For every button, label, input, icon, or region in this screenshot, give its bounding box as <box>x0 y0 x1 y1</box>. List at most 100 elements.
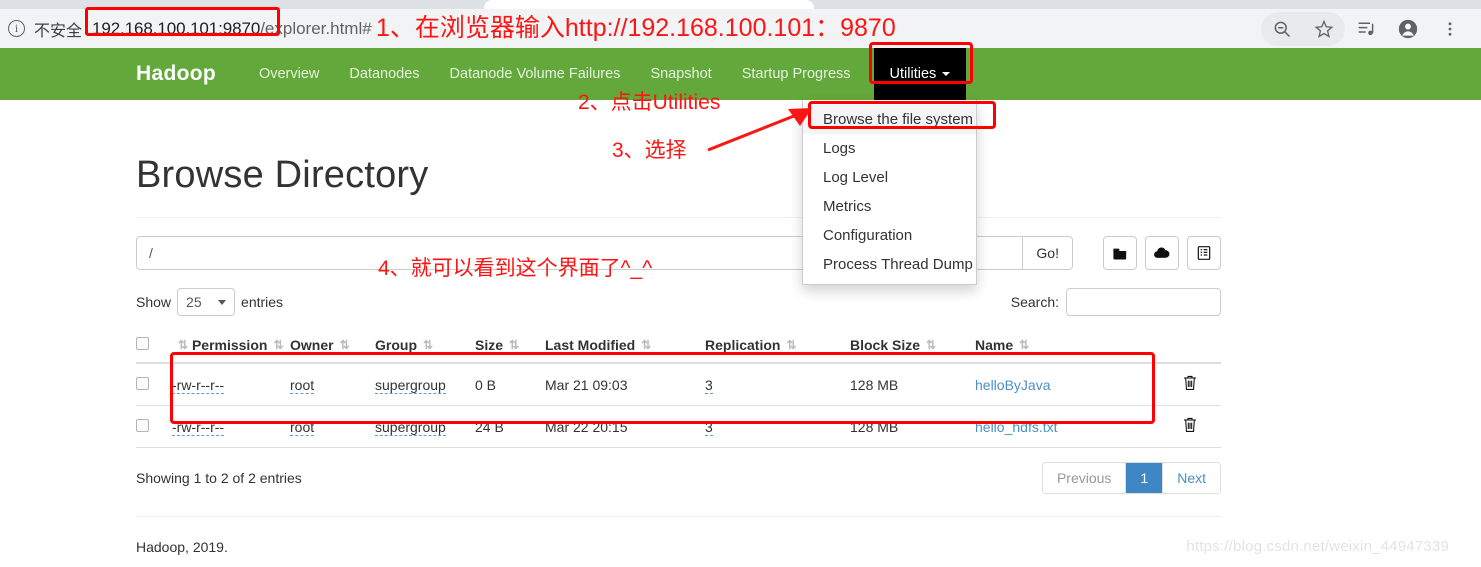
row-checkbox-cell[interactable] <box>136 405 172 448</box>
showing-entries-text: Showing 1 to 2 of 2 entries <box>136 470 302 486</box>
file-link[interactable]: hello_hdfs.txt <box>975 419 1058 435</box>
table-header-row: ⇅ Permission ⇅ Owner ⇅ Group ⇅ Size ⇅ Last M… <box>136 329 1221 364</box>
search-control: Search: <box>1011 288 1221 316</box>
footer-divider <box>136 516 1221 517</box>
sort-icon: ⇅ <box>423 338 434 352</box>
url-host-port: 192.168.100.101:9870 <box>92 18 261 38</box>
pagination-previous[interactable]: Previous <box>1042 463 1127 493</box>
row-checkbox-cell[interactable] <box>136 363 172 406</box>
cell-owner: root <box>290 363 375 406</box>
pagination-page-1[interactable]: 1 <box>1126 463 1164 493</box>
cut-paste-icon[interactable] <box>1187 236 1221 270</box>
nav-item-utilities[interactable]: Utilities <box>868 42 973 100</box>
watermark-text: https://blog.csdn.net/weixin_44947339 <box>1186 538 1449 555</box>
address-bar[interactable]: 192.168.100.101:9870 /explorer.html# <box>85 6 372 39</box>
zoom-out-icon[interactable] <box>1261 12 1303 46</box>
navbar-brand[interactable]: Hadoop <box>136 62 216 86</box>
info-icon[interactable]: i <box>8 20 25 37</box>
upload-file-icon[interactable] <box>1145 236 1179 270</box>
pagination-next[interactable]: Next <box>1163 463 1220 493</box>
cell-name: helloByJava <box>975 363 1161 406</box>
header-group[interactable]: Group ⇅ <box>375 329 475 364</box>
cell-replication: 3 <box>705 405 850 448</box>
cell-owner: root <box>290 405 375 448</box>
cell-group: supergroup <box>375 405 475 448</box>
menu-item-browse-the-file-system[interactable]: Browse the file system <box>803 105 976 134</box>
header-delete <box>1161 329 1221 364</box>
header-size[interactable]: Size ⇅ <box>475 329 545 364</box>
replication-value: 3 <box>705 418 713 436</box>
header-name[interactable]: Name ⇅ <box>975 329 1161 364</box>
permission-value: -rw-r--r-- <box>172 418 225 436</box>
row-checkbox[interactable] <box>136 376 149 390</box>
cell-size: 0 B <box>475 363 545 406</box>
cell-last-modified: Mar 22 20:15 <box>545 405 705 448</box>
media-control-icon[interactable] <box>1345 12 1387 46</box>
nav-link-datanode-volume-failures[interactable]: Datanode Volume Failures <box>435 66 636 82</box>
sort-icon: ⇅ <box>641 338 652 352</box>
cell-name: hello_hdfs.txt <box>975 405 1161 448</box>
browser-tabstrip <box>0 0 1481 9</box>
browser-toolbar: i 不安全 192.168.100.101:9870 /explorer.htm… <box>0 6 1481 48</box>
star-icon[interactable] <box>1303 12 1345 46</box>
header-replication[interactable]: Replication ⇅ <box>705 329 850 364</box>
page-content: Browse Directory Go! <box>0 100 1481 555</box>
entries-label: entries <box>241 294 284 310</box>
menu-item-log-level[interactable]: Log Level <box>803 163 976 192</box>
header-block-size[interactable]: Block Size ⇅ <box>850 329 975 364</box>
select-all-checkbox[interactable] <box>136 337 149 350</box>
nav-link-overview[interactable]: Overview <box>244 66 334 82</box>
pagination: Previous 1 Next <box>1041 462 1221 494</box>
hadoop-navbar: Hadoop Overview Datanodes Datanode Volum… <box>0 42 1481 100</box>
browser-toolbar-icons <box>1261 11 1481 46</box>
sort-icon: ⇅ <box>926 338 937 352</box>
chevron-down-icon <box>942 72 951 76</box>
header-select-all[interactable] <box>136 329 172 364</box>
profile-avatar-icon[interactable] <box>1387 12 1429 46</box>
trash-icon <box>1184 417 1196 432</box>
browser-tab-right[interactable] <box>1160 0 1481 9</box>
file-link[interactable]: helloByJava <box>975 377 1051 393</box>
nav-utilities-label: Utilities <box>889 66 937 82</box>
sort-icon: ⇅ <box>178 338 189 352</box>
sort-icon: ⇅ <box>339 338 350 352</box>
new-directory-icon[interactable] <box>1103 236 1137 270</box>
cell-last-modified: Mar 21 09:03 <box>545 363 705 406</box>
header-name-label: Name <box>975 337 1014 353</box>
cell-delete[interactable] <box>1161 405 1221 448</box>
cell-block-size: 128 MB <box>850 363 975 406</box>
table-row[interactable]: -rw-r--r-- root supergroup 24 B Mar 22 2… <box>136 405 1221 448</box>
header-permission[interactable]: ⇅ Permission ⇅ <box>172 329 290 364</box>
browser-tab-active[interactable] <box>484 0 814 9</box>
header-last-modified[interactable]: Last Modified ⇅ <box>545 329 705 364</box>
toolbar-buttons <box>1103 236 1221 270</box>
path-bar: Go! <box>136 236 1221 270</box>
cell-block-size: 128 MB <box>850 405 975 448</box>
nav-link-snapshot[interactable]: Snapshot <box>635 66 726 82</box>
menu-item-metrics[interactable]: Metrics <box>803 192 976 221</box>
nav-link-startup-progress[interactable]: Startup Progress <box>727 66 866 82</box>
search-label: Search: <box>1010 294 1059 310</box>
header-size-label: Size <box>475 337 504 353</box>
page-length-select[interactable]: 25 <box>177 288 236 316</box>
row-checkbox[interactable] <box>136 418 149 432</box>
search-input[interactable] <box>1066 288 1221 316</box>
group-value: supergroup <box>375 418 446 436</box>
menu-item-process-thread-dump[interactable]: Process Thread Dump <box>803 250 976 279</box>
header-owner[interactable]: Owner ⇅ <box>290 329 375 364</box>
go-button[interactable]: Go! <box>1023 236 1073 270</box>
three-dot-menu-icon[interactable] <box>1429 12 1471 46</box>
table-row[interactable]: -rw-r--r-- root supergroup 0 B Mar 21 09… <box>136 363 1221 406</box>
browser-chrome: i 不安全 192.168.100.101:9870 /explorer.htm… <box>0 0 1481 48</box>
nav-link-datanodes[interactable]: Datanodes <box>334 66 434 82</box>
page-title: Browse Directory <box>136 154 1221 218</box>
group-value: supergroup <box>375 376 446 394</box>
navbar-links: Overview Datanodes Datanode Volume Failu… <box>244 66 866 82</box>
cell-delete[interactable] <box>1161 363 1221 406</box>
cell-size: 24 B <box>475 405 545 448</box>
sort-icon: ⇅ <box>1019 338 1030 352</box>
sort-icon: ⇅ <box>273 338 284 352</box>
table-controls: Show 25 entries Search: <box>136 287 1221 317</box>
menu-item-configuration[interactable]: Configuration <box>803 221 976 250</box>
menu-item-logs[interactable]: Logs <box>803 134 976 163</box>
